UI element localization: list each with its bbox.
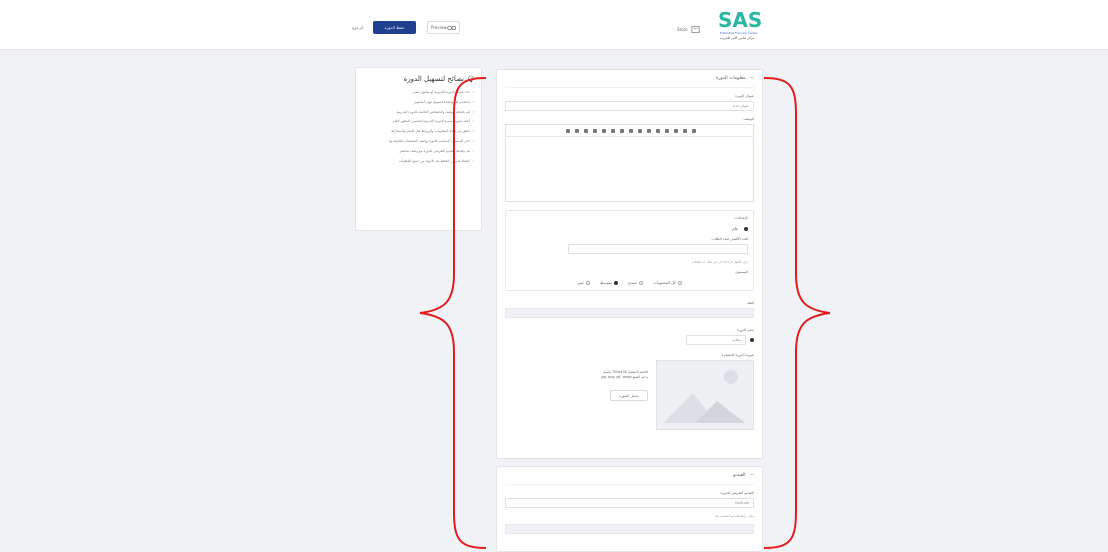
toolbar-button[interactable] (647, 128, 651, 133)
toolbar-button[interactable] (683, 128, 687, 133)
toolbar-button[interactable] (692, 128, 696, 133)
collapse-icon: — (749, 76, 755, 81)
store-label: Store (677, 26, 688, 32)
save-button[interactable]: حفظ الدورة (373, 21, 416, 34)
price-radio[interactable] (750, 338, 754, 342)
toolbar-button[interactable] (584, 128, 588, 133)
preview-label: Preview (431, 25, 447, 30)
image-placeholder[interactable] (656, 360, 754, 430)
radio-icon (639, 280, 644, 285)
level-option-label: كل المستويات (653, 280, 676, 285)
video-url-input[interactable] (505, 524, 754, 534)
price-input[interactable]: مجاني (686, 335, 746, 345)
public-checkbox[interactable] (744, 226, 748, 231)
store-icon (691, 25, 700, 33)
radio-icon (677, 280, 682, 285)
level-option[interactable]: مبتدئ (627, 280, 644, 285)
level-option[interactable]: متوسط (600, 280, 618, 285)
toolbar-button[interactable] (620, 128, 624, 133)
image-icon (663, 370, 745, 423)
toolbar-button[interactable] (674, 128, 678, 133)
level-option[interactable]: خبير (577, 280, 590, 285)
preview-button[interactable]: Preview (427, 21, 460, 34)
level-option-label: متوسط (599, 280, 612, 285)
radio-icon (585, 280, 590, 285)
max-students-note: اترك الحقل فارغا إذا لم يكن هناك حد للطل… (691, 260, 748, 264)
right-brace (763, 77, 831, 549)
video-hint: مثال: رابط الفيديو المناسب هنا (715, 514, 754, 518)
title-label: عنوان الدورة (735, 94, 754, 98)
level-option[interactable]: كل المستويات (653, 280, 682, 285)
store-button[interactable]: Store (677, 24, 705, 34)
toolbar-button[interactable] (566, 128, 570, 133)
description-label: الوصف (743, 117, 754, 121)
public-label: عام (732, 226, 738, 231)
toolbar-button[interactable] (593, 128, 597, 133)
image-label: صورة الدورة المصغرة (721, 353, 754, 357)
top-bar: SAS Ertibatiat Training Center مركز سامي… (0, 0, 1108, 50)
video-title: الفيديو (733, 473, 746, 478)
toolbar-button[interactable] (575, 128, 579, 133)
video-label: الفيديو التعريفي للدورة (720, 491, 754, 495)
options-panel: الإعدادات عام الحد الأقصى لعدد الطلاب ات… (505, 210, 754, 291)
level-label: المستوى (735, 270, 748, 274)
video-header[interactable]: — الفيديو (505, 473, 754, 485)
radio-icon (613, 280, 618, 285)
editor-body[interactable] (506, 137, 753, 201)
back-link[interactable]: الرجوع (352, 25, 363, 30)
level-options: كل المستويات مبتدئ متوسط خبير (511, 280, 748, 285)
options-label: الإعدادات (734, 216, 748, 220)
logo-en: Ertibatiat Training Center (720, 31, 758, 35)
video-card: — الفيديو الفيديو التعريفي للدورة YouTub… (496, 466, 763, 552)
price-label: سعر الدورة (737, 328, 754, 332)
upload-image-button[interactable]: تحميل الصورة (610, 390, 648, 401)
max-students-input[interactable] (568, 244, 748, 254)
max-students-label: الحد الأقصى لعدد الطلاب (711, 237, 748, 241)
toolbar-button[interactable] (665, 128, 669, 133)
left-brace (419, 77, 487, 549)
logo-ar: مركز سامي الأمر للتدريب (720, 36, 755, 40)
toolbar-button[interactable] (629, 128, 633, 133)
image-hint-formats: يدعم الصيغ jpg, png, gif, webp (600, 375, 648, 379)
video-source-select[interactable]: YouTube (505, 498, 754, 508)
toolbar-button[interactable] (638, 128, 642, 133)
category-select[interactable] (505, 308, 754, 318)
level-option-label: مبتدئ (627, 280, 638, 285)
logo-word: SAS (718, 8, 763, 32)
glasses-icon (446, 25, 456, 31)
course-info-card: — معلومات الدورة عنوان الدورة عنوان جديد… (496, 69, 763, 459)
title-input[interactable]: عنوان جديد (505, 101, 754, 111)
course-info-header[interactable]: — معلومات الدورة (505, 76, 754, 88)
toolbar-button[interactable] (611, 128, 615, 133)
course-info-title: معلومات الدورة (715, 76, 746, 81)
description-editor[interactable] (505, 124, 754, 202)
toolbar-button[interactable] (602, 128, 606, 133)
level-option-label: خبير (577, 280, 584, 285)
logo: SAS Ertibatiat Training Center مركز سامي… (718, 10, 778, 42)
collapse-icon: — (749, 473, 755, 478)
category-label: الفئة (747, 301, 754, 305)
editor-toolbar (506, 125, 753, 137)
toolbar-button[interactable] (656, 128, 660, 133)
